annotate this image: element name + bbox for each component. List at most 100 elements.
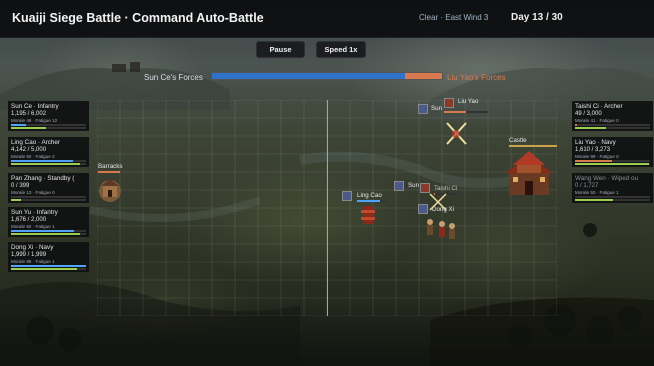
page-title: Kuaiji Siege Battle · Command Auto-Battl… bbox=[12, 11, 264, 25]
unit-hp: 0 / 399 bbox=[11, 183, 30, 189]
unit-stats: Morale 88 · Fatigue 1 bbox=[11, 259, 55, 264]
unit-morale-fill bbox=[575, 163, 650, 165]
unit-morale-fill bbox=[575, 127, 606, 129]
unit-label: Sun bbox=[431, 105, 443, 112]
unit-stats: Morale 92 · Fatigue 1 bbox=[11, 224, 55, 229]
unit-portrait bbox=[394, 181, 404, 191]
unit-portrait bbox=[444, 98, 454, 108]
unit-label: Taishi Ci bbox=[434, 185, 458, 192]
unit-card[interactable]: Pan Zhang · Standby (0 / 399 Morale 13 · … bbox=[8, 173, 89, 203]
unit-stats: Morale 99 · Fatigue 0 bbox=[575, 154, 619, 159]
unit-morale-bar bbox=[575, 163, 650, 165]
unit-name: Taishi Ci · Archer bbox=[575, 103, 623, 110]
unit-stats: Morale 46 · Fatigue 12 bbox=[11, 118, 58, 123]
unit-portrait bbox=[342, 191, 352, 201]
unit-hp: 1,999 / 1,999 bbox=[11, 252, 47, 258]
unit-hp-bar bbox=[11, 124, 86, 126]
castle-icon bbox=[505, 151, 553, 195]
unit-morale-fill bbox=[11, 233, 80, 235]
unit-name: Dong Xi · Navy bbox=[11, 244, 54, 251]
unit-morale-bar bbox=[11, 268, 86, 270]
unit-stats: Morale 13 · Fatigue 0 bbox=[11, 190, 55, 195]
unit-morale-bar bbox=[11, 127, 86, 129]
unit-hp-bar bbox=[11, 265, 86, 267]
unit-name: Liu Yao · Navy bbox=[575, 139, 616, 146]
unit-hp-fill bbox=[11, 124, 26, 126]
unit-stats: Morale 41 · Fatigue 0 bbox=[575, 118, 619, 123]
unit-stats: Morale 92 · Fatigue 2 bbox=[11, 154, 55, 159]
right-forces-fill bbox=[405, 73, 442, 79]
barracks-icon bbox=[99, 179, 121, 202]
unit-hp: 4,142 / 5,000 bbox=[11, 147, 47, 153]
unit-morale-bar bbox=[11, 163, 86, 165]
unit-name: Wang Wen · Wiped ou bbox=[575, 175, 638, 182]
unit-name: Sun Ce · Infantry bbox=[11, 103, 59, 110]
unit-hp-bar bbox=[444, 111, 488, 113]
castle-hp-bar bbox=[509, 145, 557, 147]
unit-name: Pan Zhang · Standby ( bbox=[11, 175, 75, 182]
forces-balance-bar bbox=[211, 72, 443, 80]
unit-card[interactable]: Sun Yu · Infantry 1,676 / 2,000 Morale 92 … bbox=[8, 207, 89, 237]
unit-card[interactable]: Taishi Ci · Archer 49 / 3,000 Morale 41 · … bbox=[572, 101, 653, 131]
unit-morale-fill bbox=[11, 268, 77, 270]
barracks-marker[interactable]: Barracks bbox=[96, 163, 126, 208]
unit-name: Sun Yu · Infantry bbox=[11, 209, 58, 216]
unit-label: Liu Yao bbox=[458, 98, 479, 105]
unit-morale-bar bbox=[11, 233, 86, 235]
unit-label: Sun bbox=[408, 182, 420, 189]
unit-card[interactable]: Ling Cao · Archer 4,142 / 5,000 Morale 92 … bbox=[8, 137, 89, 167]
unit-portrait bbox=[418, 204, 428, 214]
unit-hp: 1,676 / 2,000 bbox=[11, 217, 47, 223]
unit-stats: Morale 50 · Fatigue 1 bbox=[575, 190, 619, 195]
weather-status: Clear · East Wind 3 bbox=[419, 13, 489, 22]
speed-button[interactable]: Speed 1x bbox=[316, 41, 366, 58]
unit-hp-fill bbox=[575, 160, 612, 162]
soldier-group-icon bbox=[427, 219, 455, 239]
unit-card[interactable]: Dong Xi · Navy 1,999 / 1,999 Morale 88 · F… bbox=[8, 242, 89, 272]
barracks-label: Barracks bbox=[98, 163, 123, 170]
unit-hp-fill bbox=[11, 230, 74, 232]
unit-hp: 1,610 / 3,273 bbox=[575, 147, 611, 153]
map-unit-ling-cao[interactable]: Ling Cao bbox=[342, 190, 390, 230]
front-line bbox=[327, 100, 328, 316]
battlefield: Sun Ce's Forces Liu Yao's Forces Sun Ce … bbox=[0, 0, 654, 366]
day-counter: Day 13 / 30 bbox=[511, 12, 563, 23]
unit-hp-bar bbox=[11, 196, 86, 198]
unit-hp-bar bbox=[575, 124, 650, 126]
unit-card[interactable]: Liu Yao · Navy 1,610 / 3,273 Morale 99 · F… bbox=[572, 137, 653, 167]
unit-label: Ling Cao bbox=[357, 192, 382, 199]
unit-hp-bar bbox=[11, 160, 86, 162]
right-forces-name: Liu Yao's Forces bbox=[447, 73, 506, 82]
barracks-hp-bar bbox=[98, 171, 120, 173]
unit-hp-fill bbox=[575, 124, 577, 126]
unit-name: Ling Cao · Archer bbox=[11, 139, 61, 146]
unit-hp-bar bbox=[11, 230, 86, 232]
unit-hp: 1,195 / 6,002 bbox=[11, 111, 47, 117]
unit-card[interactable]: Sun Ce · Infantry 1,195 / 6,002 Morale 46 … bbox=[8, 101, 89, 131]
clash-swords-icon bbox=[446, 122, 467, 145]
unit-morale-bar bbox=[575, 127, 650, 129]
top-bar: Kuaiji Siege Battle · Command Auto-Battl… bbox=[0, 0, 654, 38]
unit-hp: 49 / 3,000 bbox=[575, 111, 602, 117]
unit-morale-bar bbox=[575, 199, 650, 201]
unit-hp-bar bbox=[575, 196, 650, 198]
unit-morale-fill bbox=[575, 199, 613, 201]
archer-unit-icon bbox=[361, 206, 375, 224]
clash-swords-icon bbox=[429, 193, 447, 211]
unit-morale-fill bbox=[11, 163, 80, 165]
unit-hp-fill bbox=[11, 265, 86, 267]
left-forces-name: Sun Ce's Forces bbox=[144, 73, 203, 82]
unit-morale-bar bbox=[11, 199, 86, 201]
unit-hp-bar bbox=[357, 200, 385, 202]
left-forces-fill bbox=[212, 73, 406, 79]
unit-hp-bar bbox=[575, 160, 650, 162]
unit-portrait bbox=[418, 104, 428, 114]
castle-label: Castle bbox=[509, 137, 527, 144]
unit-hp: 0 / 1,727 bbox=[575, 183, 599, 189]
unit-hp-fill bbox=[11, 160, 74, 162]
unit-card[interactable]: Wang Wen · Wiped ou 0 / 1,727 Morale 50 · … bbox=[572, 173, 653, 203]
castle-marker[interactable]: Castle bbox=[505, 137, 557, 201]
unit-morale-fill bbox=[11, 127, 46, 129]
unit-morale-fill bbox=[11, 199, 21, 201]
pause-button[interactable]: Pause bbox=[256, 41, 305, 58]
